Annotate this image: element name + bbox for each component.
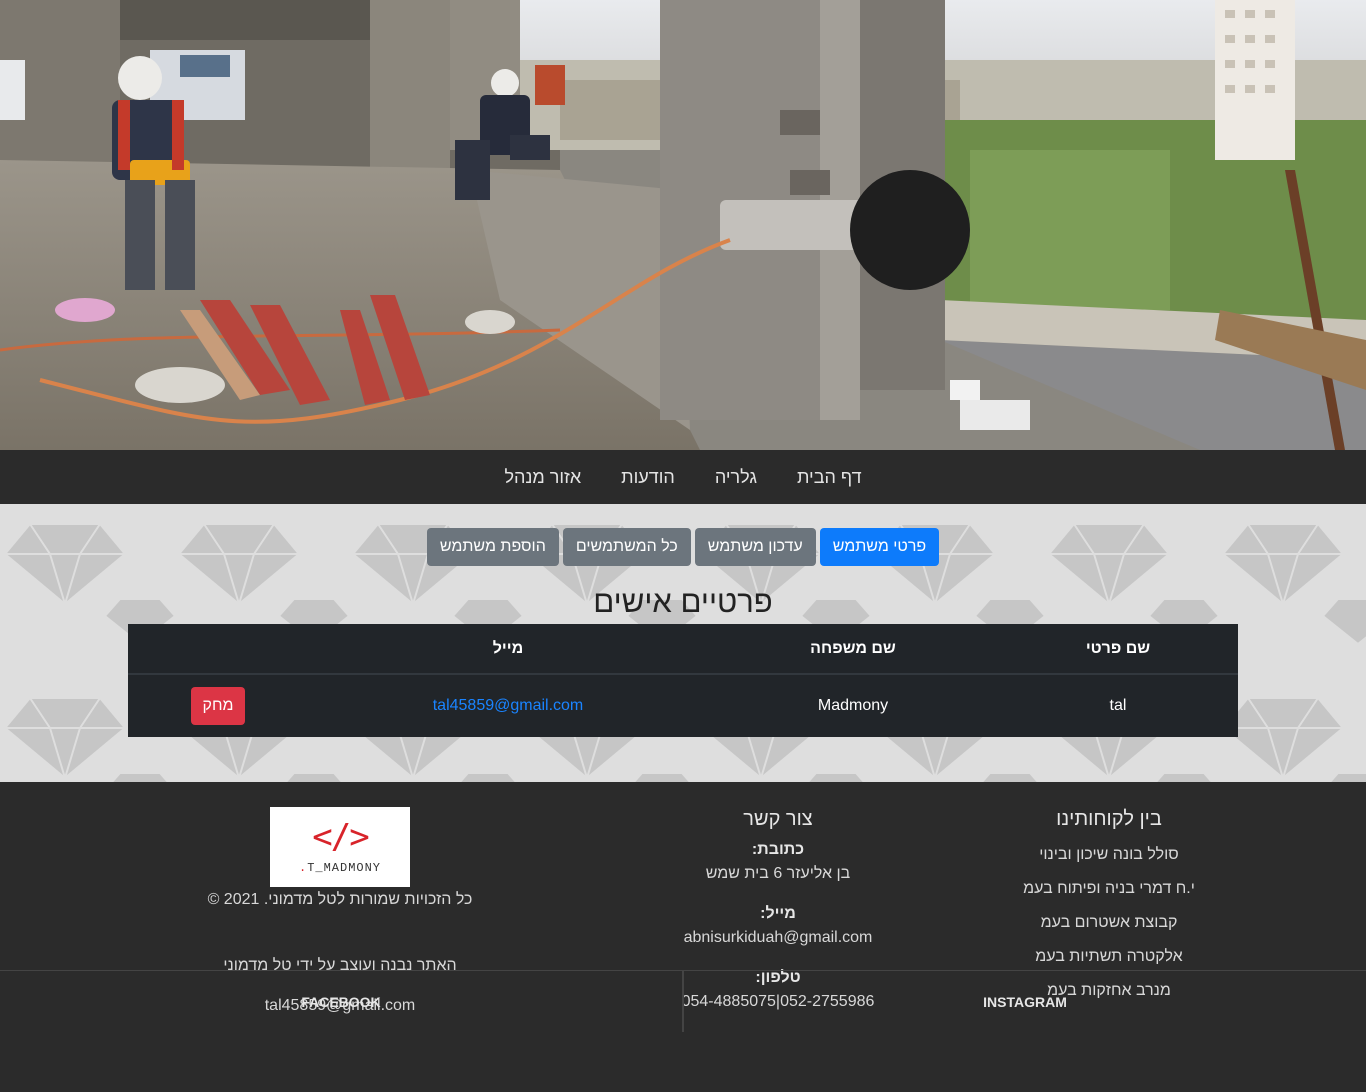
- facebook-link[interactable]: FACEBOOK: [0, 971, 683, 1032]
- contact-title: צור קשר: [743, 808, 813, 830]
- user-table: שם פרטי שם משפחה מייל tal Madmony tal458…: [128, 624, 1238, 737]
- instagram-link[interactable]: INSTAGRAM: [683, 971, 1366, 1032]
- client-item: אלקטרה תשתיות בעמ: [1035, 948, 1183, 965]
- user-details-button[interactable]: פרטי משתמש: [819, 528, 940, 566]
- nav-gallery[interactable]: גלריה: [715, 467, 757, 488]
- update-user-button[interactable]: עדכון משתמש: [694, 528, 816, 566]
- logo-text: T_MADMONY: [307, 861, 381, 875]
- social-links: FACEBOOK INSTAGRAM: [0, 970, 1366, 1032]
- col-actions: [128, 624, 308, 675]
- cell-last-name: Madmony: [817, 697, 889, 714]
- clients-title: בין לקוחותינו: [1056, 808, 1162, 830]
- contact-email: abnisurkiduah@gmail.com: [683, 929, 873, 946]
- table-row: tal Madmony tal45859@gmail.com מחק: [128, 674, 1238, 737]
- page-title: פרטיים אישים: [593, 584, 773, 619]
- col-last-name: שם משפחה: [708, 624, 998, 675]
- nav-home[interactable]: דף הבית: [797, 467, 862, 488]
- main-nav: דף הבית גלריה הודעות אזור מנהל: [0, 450, 1366, 504]
- client-item: י.ח דמרי בניה ופיתוח בעמ: [1023, 880, 1195, 897]
- all-users-button[interactable]: כל המשתמשים: [562, 528, 691, 566]
- address-value: בן אליעזר 6 בית שמש: [705, 865, 851, 882]
- col-first-name: שם פרטי: [998, 624, 1238, 675]
- table-header-row: שם פרטי שם משפחה מייל: [128, 624, 1238, 675]
- client-item: קבוצת אשטרום בעמ: [1040, 914, 1178, 931]
- code-brackets-icon: </>: [312, 817, 369, 857]
- email-link[interactable]: tal45859@gmail.com: [433, 697, 584, 714]
- user-details-section: פרטי משתמש עדכון משתמש כל המשתמשים הוספת…: [0, 504, 1366, 782]
- cell-first-name: tal: [1109, 697, 1127, 714]
- user-actions: פרטי משתמש עדכון משתמש כל המשתמשים הוספת…: [0, 504, 1366, 566]
- client-item: סולל בונה שיכון ובינוי: [1039, 846, 1179, 863]
- add-user-button[interactable]: הוספת משתמש: [426, 528, 559, 566]
- address-label: כתובת:: [751, 841, 805, 858]
- cell-email: tal45859@gmail.com: [308, 674, 708, 737]
- col-email: מייל: [308, 624, 708, 675]
- cell-actions: מחק: [128, 674, 308, 737]
- nav-admin[interactable]: אזור מנהל: [504, 467, 581, 488]
- footer: בין לקוחותינו סולל בונה שיכון ובינוי י.ח…: [0, 782, 1366, 1032]
- delete-button[interactable]: מחק: [190, 687, 246, 725]
- email-label: מייל:: [760, 905, 796, 922]
- hero-image: [0, 0, 1366, 450]
- madmony-logo: </> T_MADMONY.: [270, 807, 410, 887]
- copyright-text: כל הזכויות שמורות לטל מדמוני. 2021 ©: [207, 891, 473, 908]
- nav-messages[interactable]: הודעות: [621, 467, 675, 488]
